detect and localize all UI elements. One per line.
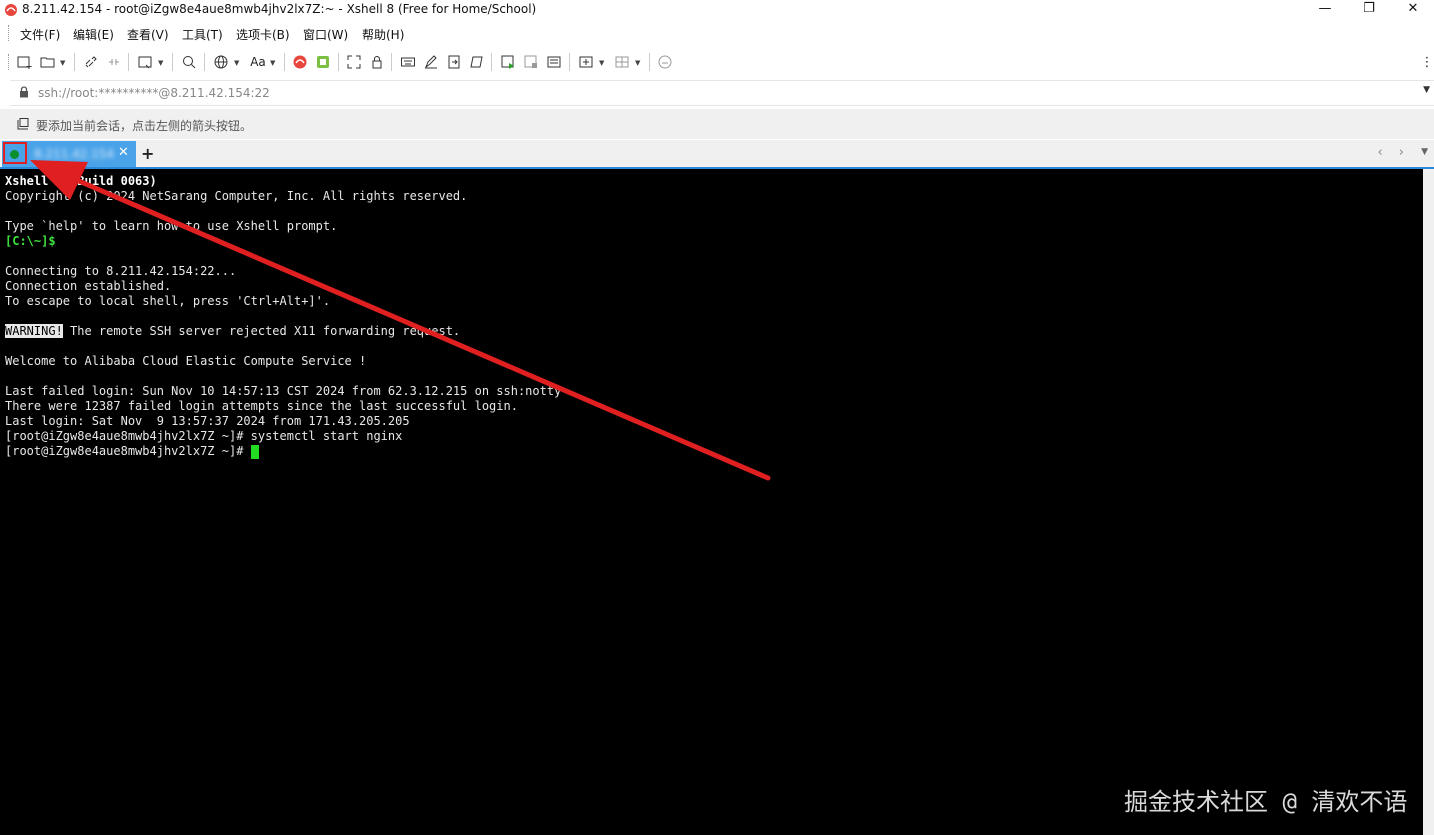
address-input[interactable]: ssh://root:**********@8.211.42.154:22 [38,86,270,100]
session-properties-icon[interactable] [136,53,154,71]
tab-bar: 8.211.42.154 ✕ + ‹ › ▼ [0,140,1434,169]
menu-bar: 文件(F) 编辑(E) 查看(V) 工具(T) 选项卡(B) 窗口(W) 帮助(… [0,22,1434,44]
terminal-line: Welcome to Alibaba Cloud Elastic Compute… [5,354,367,368]
transfer-icon[interactable] [314,53,332,71]
hint-bar: 要添加当前会话，点击左侧的箭头按钮。 [0,109,1434,139]
session-tab[interactable]: 8.211.42.154 ✕ [2,141,136,167]
menu-window[interactable]: 窗口(W) [303,26,348,43]
warning-text: The remote SSH server rejected X11 forwa… [62,324,461,338]
terminal-cursor [250,444,259,459]
maximize-button[interactable]: ❐ [1346,0,1392,20]
terminal-current-prompt: [root@iZgw8e4aue8mwb4jhv2lx7Z ~]# [5,444,259,459]
run-icon[interactable] [499,53,517,71]
terminal-warning-line: WARNING! The remote SSH server rejected … [5,324,460,339]
script-icon[interactable] [468,53,486,71]
toolbar: ▼ ▼ ▼ Aa ▼ ▼ ▼ ⋮ [0,50,1434,74]
tab-label: 8.211.42.154 [34,147,115,161]
address-bar[interactable]: ssh://root:**********@8.211.42.154:22 ▼ [10,80,1434,106]
terminal-scrollbar[interactable] [1423,169,1434,835]
terminal-line: Xshell 8 (Build 0063) [5,174,157,188]
keyboard-icon[interactable] [399,53,417,71]
terminal-line: Connection established. [5,279,172,293]
properties-dropdown-icon[interactable]: ▼ [158,59,163,67]
close-window-button[interactable]: ✕ [1390,0,1434,20]
lock-icon [20,86,28,98]
terminal[interactable]: Xshell 8 (Build 0063) Copyright (c) 2024… [0,169,1423,835]
toolbar-separator [284,53,285,71]
xshell-logo-icon [5,4,17,16]
compose-icon[interactable] [422,53,440,71]
open-folder-icon[interactable] [39,53,57,71]
disconnect-icon[interactable] [105,53,123,71]
minimize-button[interactable]: — [1302,0,1348,20]
watermark: 掘金技术社区 @ 清欢不语 [1124,788,1408,816]
title-bar: 8.211.42.154 - root@iZgw8e4aue8mwb4jhv2l… [0,0,1434,20]
warning-badge: WARNING! [5,324,63,338]
add-pane-dropdown-icon[interactable]: ▼ [599,59,604,67]
prompt-text: [root@iZgw8e4aue8mwb4jhv2lx7Z ~]# [5,444,251,458]
terminal-line: Last failed login: Sun Nov 10 14:57:13 C… [5,384,562,398]
annotation-highlight-box [3,142,27,164]
lock-icon[interactable] [368,53,386,71]
toolbar-separator [74,53,75,71]
log-icon[interactable] [445,53,463,71]
menu-view[interactable]: 查看(V) [127,26,169,43]
search-icon[interactable] [180,53,198,71]
window-title: 8.211.42.154 - root@iZgw8e4aue8mwb4jhv2l… [22,2,537,16]
open-dropdown-icon[interactable]: ▼ [60,59,65,67]
toolbar-separator [569,53,570,71]
tab-list-dropdown-icon[interactable]: ▼ [1421,147,1428,157]
menu-help[interactable]: 帮助(H) [362,26,404,43]
more-options-icon[interactable]: ⋮ [1421,53,1434,71]
hint-text: 要添加当前会话，点击左侧的箭头按钮。 [36,119,253,133]
terminal-line: Last login: Sat Nov 9 13:57:37 2024 from… [5,414,410,428]
menu-file[interactable]: 文件(F) [20,26,60,43]
toolbar-separator [204,53,205,71]
toolbar-separator [172,53,173,71]
layout-icon[interactable] [613,53,631,71]
terminal-command-line: [root@iZgw8e4aue8mwb4jhv2lx7Z ~]# system… [5,429,403,443]
terminal-line: Type `help' to learn how to use Xshell p… [5,219,338,233]
globe-icon[interactable] [212,53,230,71]
layout-dropdown-icon[interactable]: ▼ [635,59,640,67]
terminal-line: There were 12387 failed login attempts s… [5,399,518,413]
font-icon[interactable]: Aa [248,53,268,71]
tab-close-icon[interactable]: ✕ [118,145,129,160]
notes-icon[interactable] [545,53,563,71]
stop-icon[interactable] [522,53,540,71]
font-dropdown-icon[interactable]: ▼ [270,59,275,67]
toolbar-separator [128,53,129,71]
toolbar-separator [391,53,392,71]
terminal-line: To escape to local shell, press 'Ctrl+Al… [5,294,331,308]
toolbar-grip [8,54,12,70]
encoding-dropdown-icon[interactable]: ▼ [234,59,239,67]
tab-nav-arrows[interactable]: ‹ › [1377,145,1410,160]
terminal-line: Connecting to 8.211.42.154:22... [5,264,237,278]
terminal-local-prompt: [C:\~]$ [5,234,56,248]
add-session-icon[interactable] [16,117,30,131]
toolbar-separator [649,53,650,71]
terminal-line: Copyright (c) 2024 NetSarang Computer, I… [5,189,468,203]
menu-tab[interactable]: 选项卡(B) [236,26,290,43]
menu-grip [8,25,12,41]
menu-tools[interactable]: 工具(T) [182,26,223,43]
toolbar-separator [338,53,339,71]
fullscreen-icon[interactable] [345,53,363,71]
toolbar-separator [491,53,492,71]
new-session-icon[interactable] [15,53,33,71]
new-tab-button[interactable]: + [141,144,154,163]
xftp-icon[interactable] [291,53,309,71]
menu-edit[interactable]: 编辑(E) [73,26,114,43]
address-dropdown-icon[interactable]: ▼ [1423,85,1430,95]
add-pane-icon[interactable] [577,53,595,71]
chat-icon[interactable] [656,53,674,71]
reconnect-icon[interactable] [82,53,100,71]
